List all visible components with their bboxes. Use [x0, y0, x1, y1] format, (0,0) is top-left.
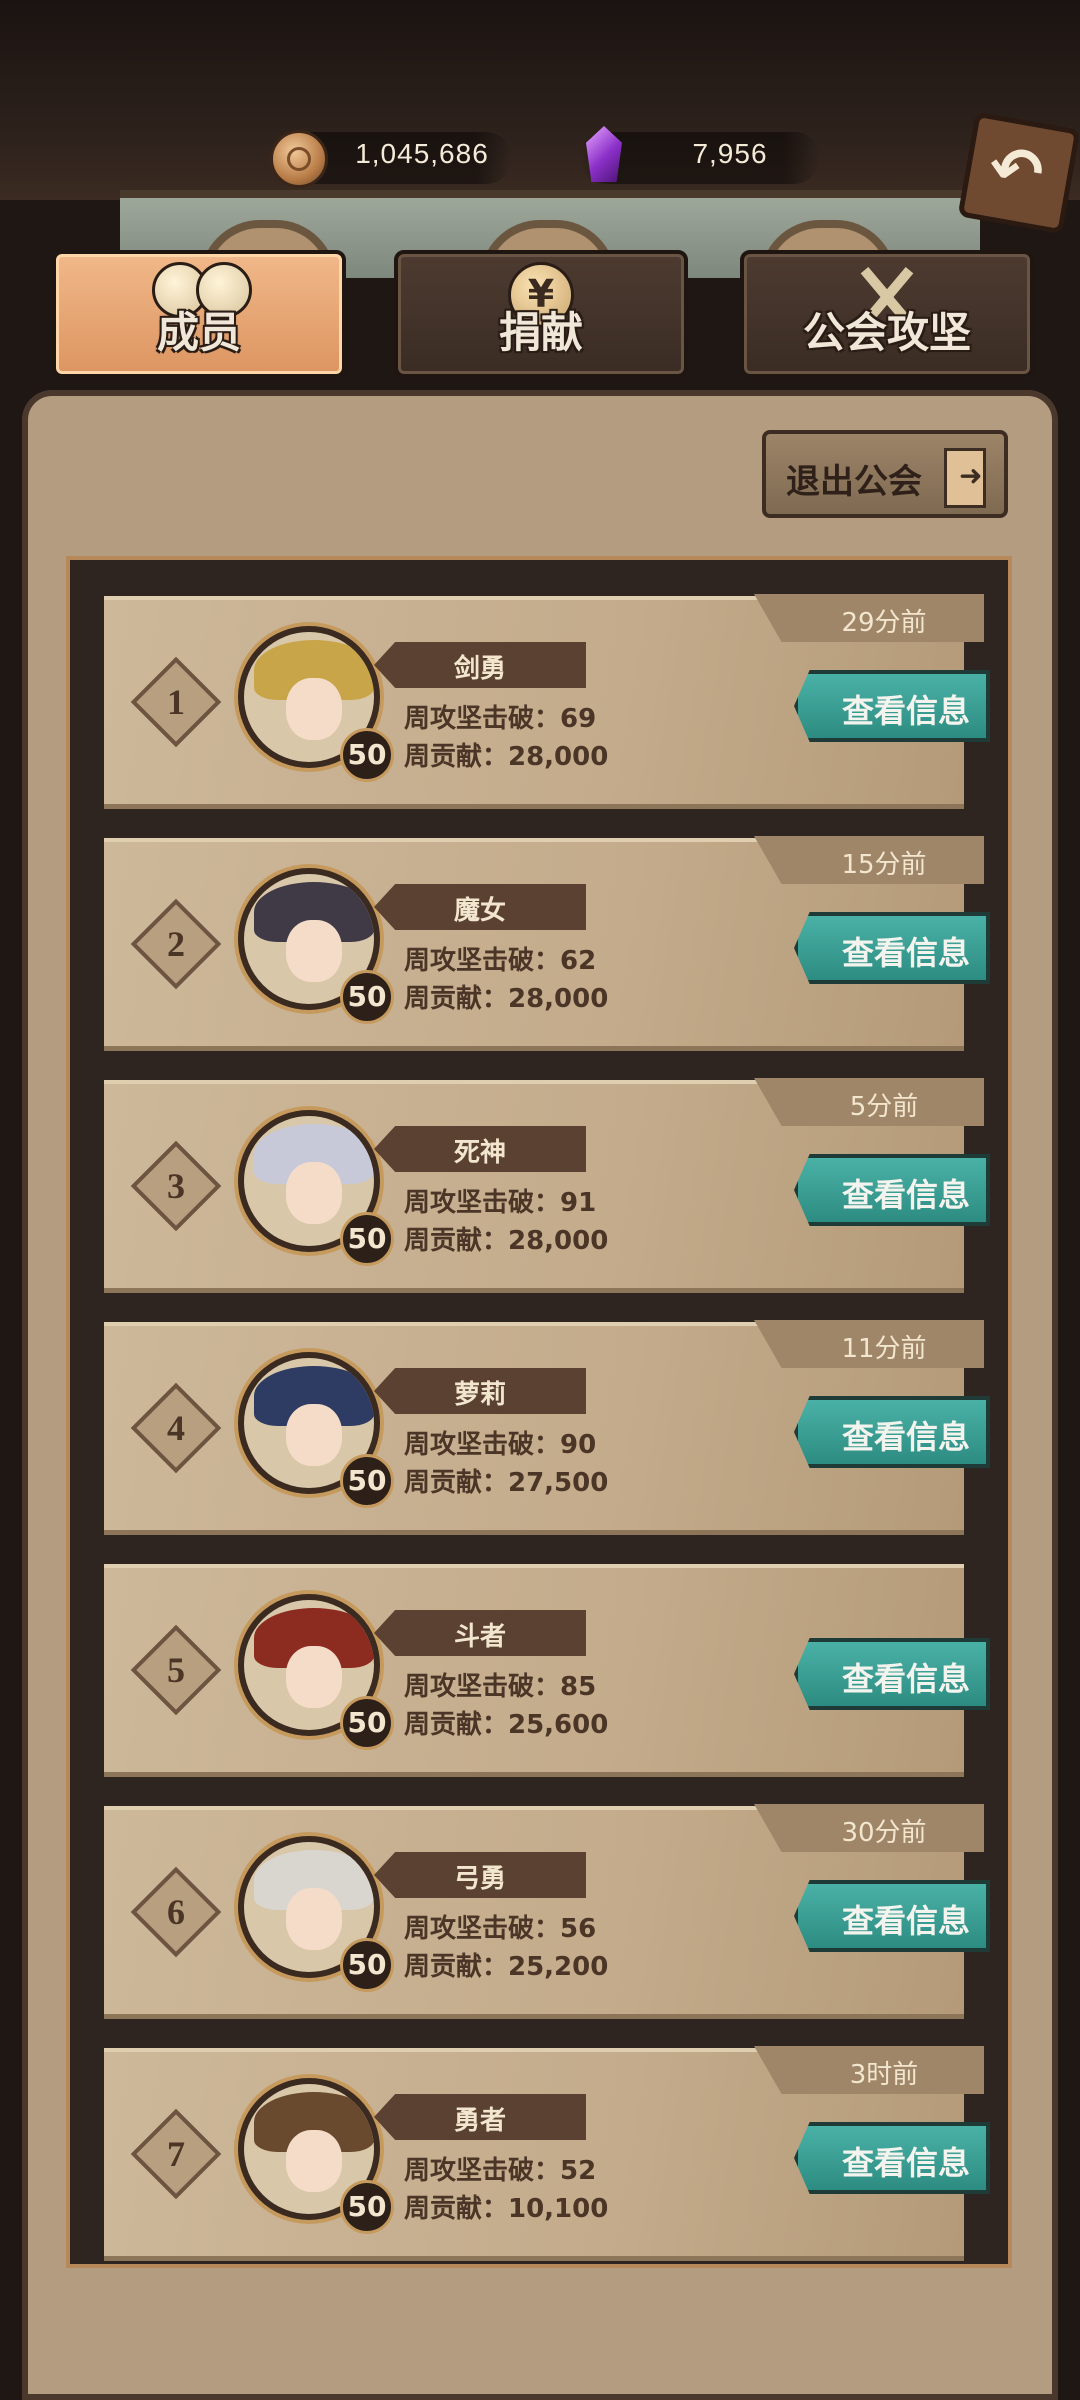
view-info-label: 查看信息: [841, 1660, 970, 1698]
weekly-contribution: 周贡献：25,600: [404, 1710, 609, 1740]
view-info-button[interactable]: 查看信息: [794, 670, 990, 742]
view-info-button[interactable]: 查看信息: [794, 2122, 990, 2194]
view-info-button[interactable]: 查看信息: [794, 1396, 990, 1468]
view-info-button[interactable]: 查看信息: [794, 912, 990, 984]
level-badge: 50: [340, 1938, 394, 1992]
rank-badge: 3: [130, 1140, 222, 1232]
weekly-siege-kills: 周攻坚击破：91: [404, 1188, 597, 1218]
member-card: 3 50 死神 周攻坚击破：91 周贡献：28,000 5分前 查看信息: [104, 1078, 990, 1293]
rank-badge: 4: [130, 1382, 222, 1474]
gold-value: 1,045,686: [355, 138, 489, 169]
view-info-label: 查看信息: [841, 934, 970, 972]
level-badge: 50: [340, 1212, 394, 1266]
weekly-contribution: 周贡献：28,000: [404, 1226, 609, 1256]
weekly-siege-kills: 周攻坚击破：85: [404, 1672, 597, 1702]
coin-icon: [270, 130, 328, 188]
quit-guild-label: 退出公会: [786, 462, 922, 502]
tab-members[interactable]: 成员: [52, 250, 346, 378]
level-badge: 50: [340, 1696, 394, 1750]
weekly-contribution: 周贡献：27,500: [404, 1468, 609, 1498]
view-info-label: 查看信息: [841, 2144, 970, 2182]
gold-counter: 1,045,686: [270, 130, 512, 188]
last-online-tag: 3时前: [754, 2046, 984, 2094]
quit-guild-button[interactable]: 退出公会: [762, 430, 1008, 518]
level-badge: 50: [340, 2180, 394, 2234]
weekly-contribution: 周贡献：28,000: [404, 742, 609, 772]
last-online-tag: 5分前: [754, 1078, 984, 1126]
view-info-label: 查看信息: [841, 1418, 970, 1456]
rank-number: 6: [167, 1892, 185, 1932]
last-online-time: 5分前: [849, 1092, 919, 1122]
last-online-time: 29分前: [841, 608, 927, 638]
last-online-tag: 30分前: [754, 1804, 984, 1852]
level-badge: 50: [340, 970, 394, 1024]
member-name: 魔女: [453, 896, 506, 926]
last-online-tag: 29分前: [754, 594, 984, 642]
tab-donate-label: 捐献: [498, 308, 583, 357]
rank-number: 1: [167, 682, 185, 722]
member-name-plate: 萝莉: [374, 1368, 586, 1414]
view-info-label: 查看信息: [841, 692, 970, 730]
member-name: 勇者: [453, 2106, 506, 2136]
last-online-tag: 11分前: [754, 1320, 984, 1368]
weekly-contribution: 周贡献：10,100: [404, 2194, 609, 2224]
tab-members-label: 成员: [156, 308, 241, 357]
member-name-plate: 死神: [374, 1126, 586, 1172]
tab-donate[interactable]: ¥ 捐献: [394, 250, 688, 378]
weekly-siege-kills: 周攻坚击破：62: [404, 946, 597, 976]
member-card: 6 50 弓勇 周攻坚击破：56 周贡献：25,200 30分前 查看信息: [104, 1804, 990, 2019]
back-arrow-icon: ↶: [983, 130, 1049, 213]
rank-number: 4: [167, 1408, 185, 1448]
rank-badge: 2: [130, 898, 222, 990]
member-card: 1 50 剑勇 周攻坚击破：69 周贡献：28,000 29分前 查看信息: [104, 594, 990, 809]
view-info-label: 查看信息: [841, 1176, 970, 1214]
level-badge: 50: [340, 728, 394, 782]
rank-number: 2: [167, 924, 185, 964]
member-card: 2 50 魔女 周攻坚击破：62 周贡献：28,000 15分前 查看信息: [104, 836, 990, 1051]
weekly-contribution: 周贡献：28,000: [404, 984, 609, 1014]
rank-number: 5: [167, 1650, 185, 1690]
level-badge: 50: [340, 1454, 394, 1508]
member-name: 萝莉: [453, 1380, 506, 1410]
weekly-siege-kills: 周攻坚击破：90: [404, 1430, 597, 1460]
rank-badge: 6: [130, 1866, 222, 1958]
exit-door-icon: [944, 448, 986, 508]
last-online-time: 11分前: [841, 1334, 927, 1364]
member-name-plate: 勇者: [374, 2094, 586, 2140]
view-info-button[interactable]: 查看信息: [794, 1880, 990, 1952]
member-name: 斗者: [453, 1622, 506, 1652]
weekly-contribution: 周贡献：25,200: [404, 1952, 609, 1982]
rank-badge: 1: [130, 656, 222, 748]
view-info-button[interactable]: 查看信息: [794, 1154, 990, 1226]
weekly-siege-kills: 周攻坚击破：52: [404, 2156, 597, 2186]
member-card: 5 50 斗者 周攻坚击破：85 周贡献：25,600 查看信息: [104, 1564, 990, 1777]
top-bar: [0, 0, 1080, 200]
member-name: 剑勇: [453, 654, 506, 684]
gem-counter: 7,956: [580, 126, 820, 184]
rank-badge: 7: [130, 2108, 222, 2200]
last-online-time: 15分前: [841, 850, 927, 880]
rank-badge: 5: [130, 1624, 222, 1716]
member-name-plate: 剑勇: [374, 642, 586, 688]
member-name-plate: 斗者: [374, 1610, 586, 1656]
member-name-plate: 魔女: [374, 884, 586, 930]
weekly-siege-kills: 周攻坚击破：69: [404, 704, 597, 734]
member-name: 死神: [453, 1138, 506, 1168]
weekly-siege-kills: 周攻坚击破：56: [404, 1914, 597, 1944]
tab-guild-siege-label: 公会攻坚: [802, 308, 971, 357]
member-name: 弓勇: [453, 1864, 506, 1894]
rank-number: 3: [167, 1166, 185, 1206]
tab-guild-siege[interactable]: 公会攻坚: [740, 250, 1034, 378]
back-button[interactable]: ↶: [957, 111, 1080, 235]
view-info-button[interactable]: 查看信息: [794, 1638, 990, 1710]
member-card: 7 50 勇者 周攻坚击破：52 周贡献：10,100 3时前 查看信息: [104, 2046, 990, 2261]
member-name-plate: 弓勇: [374, 1852, 586, 1898]
last-online-time: 30分前: [841, 1818, 927, 1848]
view-info-label: 查看信息: [841, 1902, 970, 1940]
last-online-tag: 15分前: [754, 836, 984, 884]
gem-value: 7,956: [692, 138, 768, 169]
rank-number: 7: [167, 2134, 185, 2174]
last-online-time: 3时前: [849, 2060, 919, 2090]
member-card: 4 50 萝莉 周攻坚击破：90 周贡献：27,500 11分前 查看信息: [104, 1320, 990, 1535]
